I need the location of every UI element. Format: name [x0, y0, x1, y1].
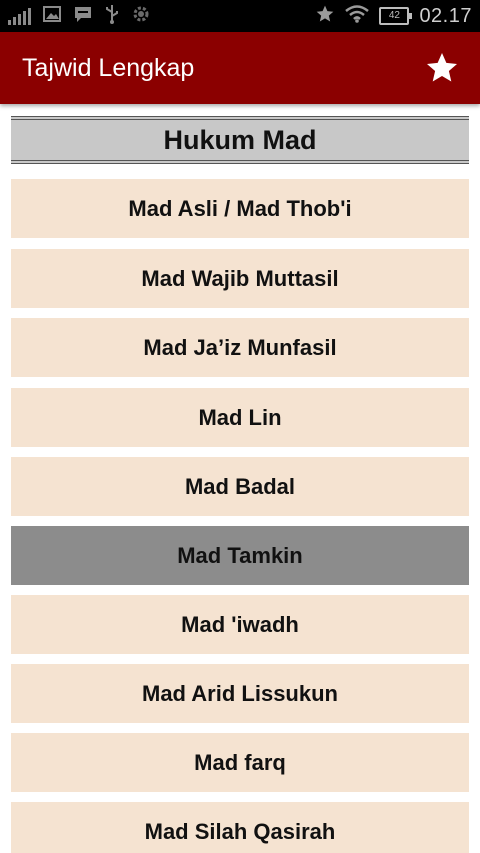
battery-icon: 42	[379, 7, 413, 25]
chat-icon	[73, 5, 93, 28]
star-icon	[315, 4, 335, 29]
favorite-button[interactable]	[424, 50, 460, 86]
list-item-mad-tamkin[interactable]: Mad Tamkin	[11, 526, 469, 585]
section-header: Hukum Mad	[11, 116, 469, 164]
list-item-mad-wajib-muttasil[interactable]: Mad Wajib Muttasil	[11, 249, 469, 308]
list-item-mad-arid-lissukun[interactable]: Mad Arid Lissukun	[11, 664, 469, 723]
image-icon	[43, 5, 61, 27]
list-item-mad-jaiz-munfasil[interactable]: Mad Ja’iz Munfasil	[11, 318, 469, 377]
app-bar: Tajwid Lengkap	[0, 32, 480, 104]
list-item-mad-silah-qasirah[interactable]: Mad Silah Qasirah	[11, 802, 469, 853]
wifi-icon	[345, 4, 370, 28]
content-list[interactable]: Hukum Mad Mad Asli / Mad Thob'i Mad Waji…	[0, 104, 480, 853]
list-item-mad-lin[interactable]: Mad Lin	[11, 388, 469, 447]
usb-icon	[105, 4, 119, 29]
status-bar: 42 02.17	[0, 0, 480, 32]
list-item-mad-badal[interactable]: Mad Badal	[11, 457, 469, 516]
clock: 02.17	[419, 4, 472, 27]
list-item-mad-iwadh[interactable]: Mad 'iwadh	[11, 595, 469, 654]
status-right-icons: 42 02.17	[315, 0, 472, 32]
app-title: Tajwid Lengkap	[22, 54, 195, 82]
star-icon	[427, 53, 457, 82]
list-item-mad-asli[interactable]: Mad Asli / Mad Thob'i	[11, 179, 469, 238]
status-left-icons	[8, 0, 151, 32]
settings-icon	[131, 4, 151, 29]
list-item-mad-farq[interactable]: Mad farq	[11, 733, 469, 792]
signal-icon	[8, 7, 31, 25]
